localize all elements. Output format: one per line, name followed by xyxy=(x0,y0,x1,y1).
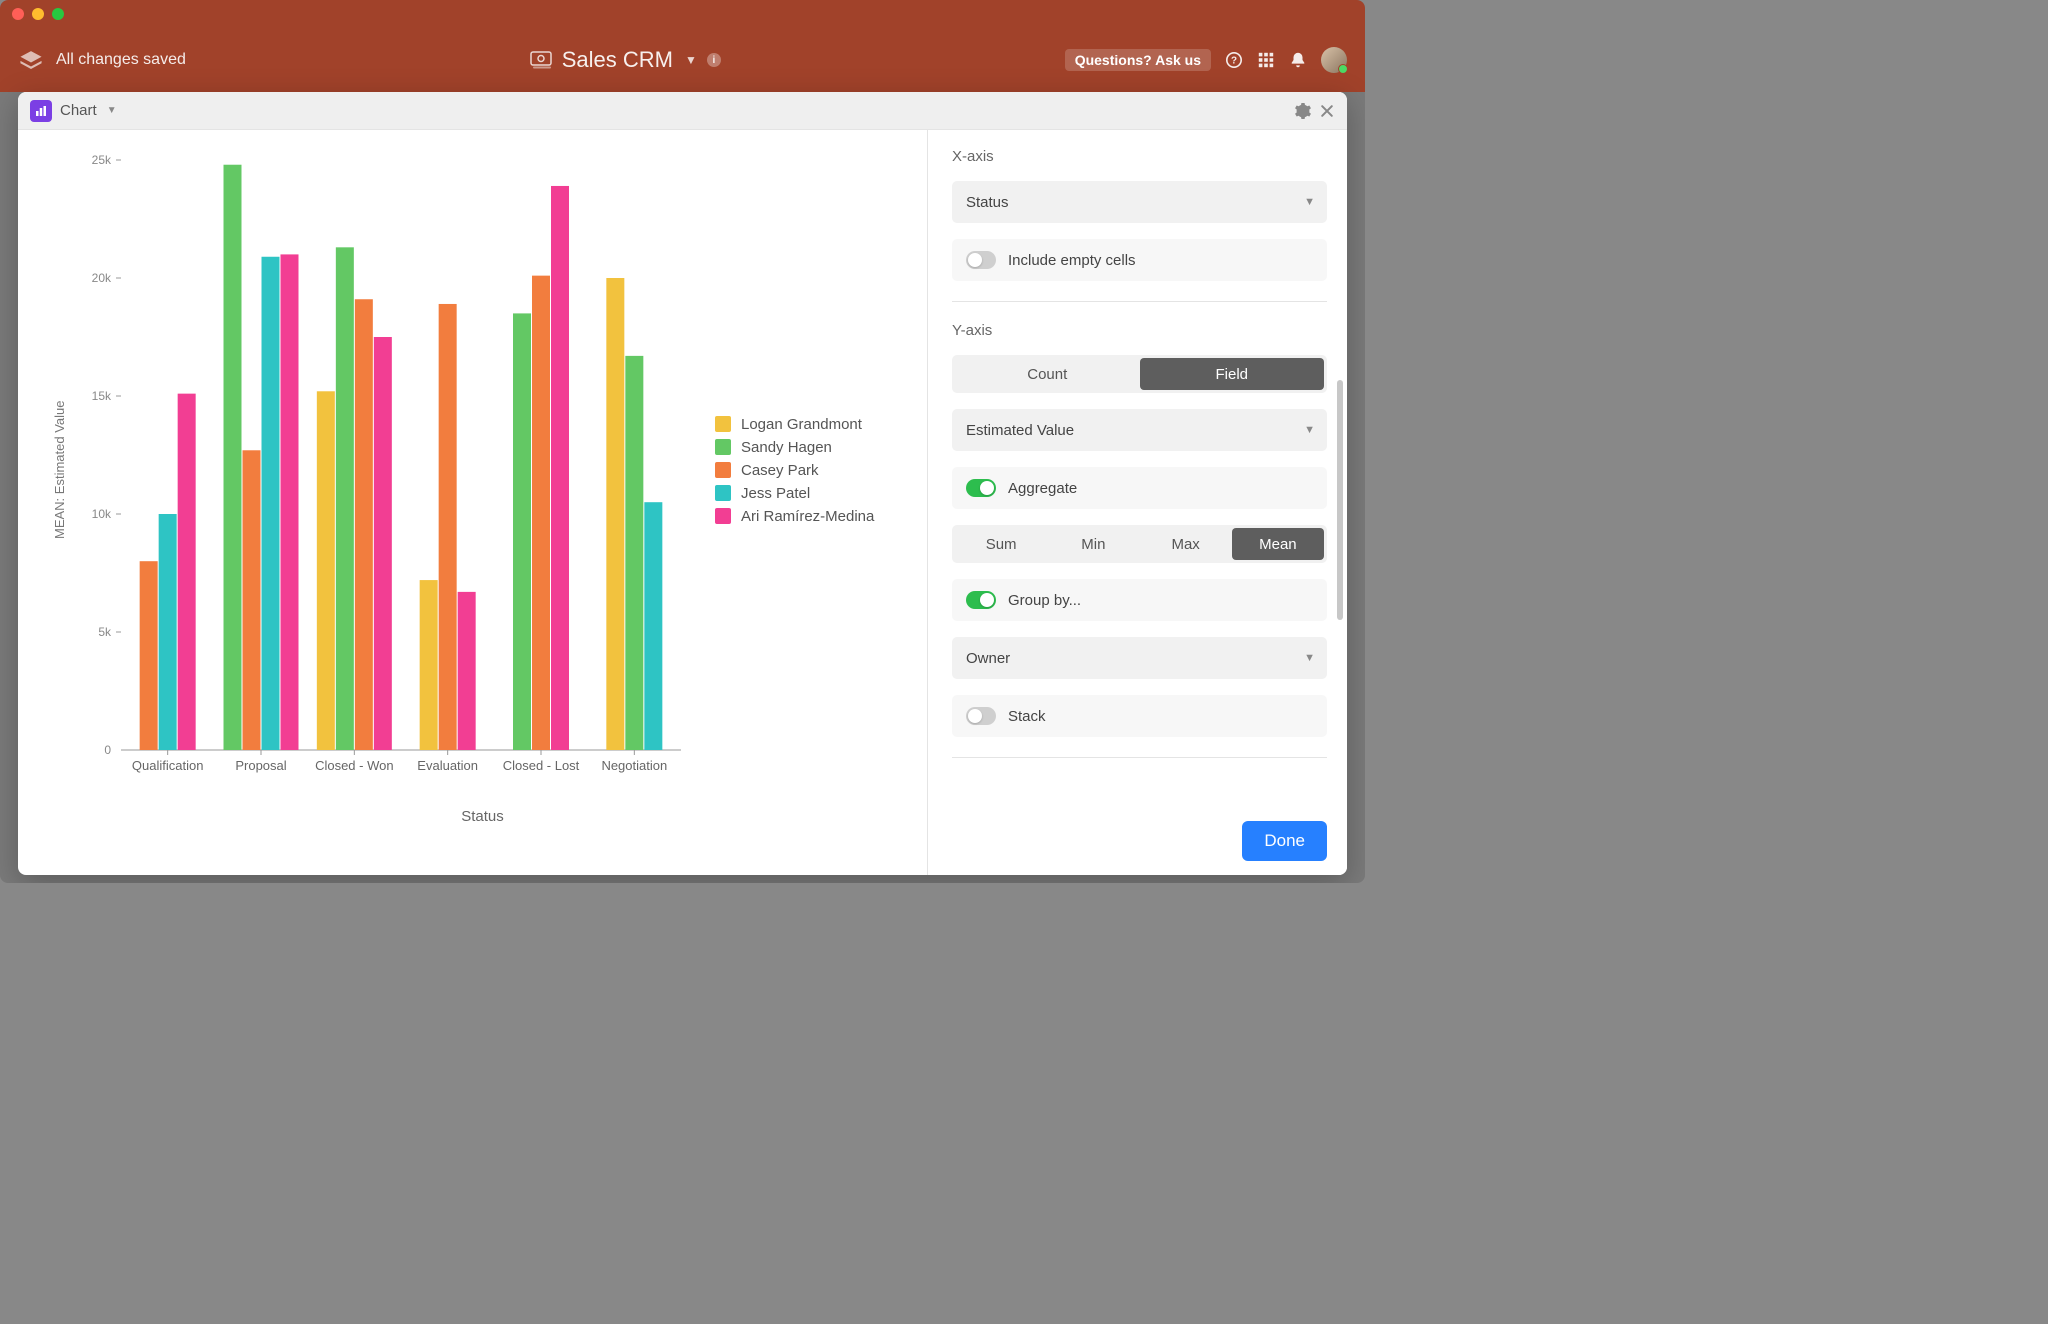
include-empty-label: Include empty cells xyxy=(1008,252,1136,269)
svg-text:Negotiation: Negotiation xyxy=(601,758,667,773)
chevron-down-icon: ▼ xyxy=(1304,424,1315,436)
chart-type-icon[interactable] xyxy=(30,100,52,122)
legend-item[interactable]: Ari Ramírez-Medina xyxy=(715,508,874,525)
chart-plot: 5k 10k 15k 20k 25k 0 Qualification Proposal Clos… xyxy=(71,150,691,790)
chart-area: MEAN: Estimated Value 5k 10k 15k 20k 25k 0 Qua… xyxy=(18,130,927,875)
stack-toggle[interactable] xyxy=(966,707,996,725)
sidebar-scrollbar[interactable] xyxy=(1337,380,1343,620)
app-window: All changes saved Sales CRM ▼ i Question… xyxy=(0,0,1365,883)
svg-text:15k: 15k xyxy=(92,389,112,403)
yaxis-section-label: Y-axis xyxy=(952,322,1327,339)
xaxis-select-value: Status xyxy=(966,194,1009,211)
divider xyxy=(952,757,1327,758)
chart-editor-panel: Chart ▼ MEAN: Estimated Value 5k 10k 15k 20… xyxy=(18,92,1347,875)
svg-text:Closed - Lost: Closed - Lost xyxy=(503,758,580,773)
svg-text:?: ? xyxy=(1231,56,1237,67)
svg-text:10k: 10k xyxy=(92,507,112,521)
agg-min-button[interactable]: Min xyxy=(1047,528,1139,560)
panel-title[interactable]: Chart xyxy=(60,102,97,119)
close-icon[interactable] xyxy=(1319,103,1335,119)
groupby-label: Group by... xyxy=(1008,592,1081,609)
groupby-toggle-row[interactable]: Group by... xyxy=(952,579,1327,621)
legend-item[interactable]: Jess Patel xyxy=(715,485,874,502)
help-badge[interactable]: Questions? Ask us xyxy=(1065,49,1211,71)
y-axis-label: MEAN: Estimated Value xyxy=(48,150,71,790)
yaxis-count-button[interactable]: Count xyxy=(955,358,1140,390)
include-empty-toggle-row[interactable]: Include empty cells xyxy=(952,239,1327,281)
help-icon[interactable]: ? xyxy=(1225,51,1243,69)
money-icon xyxy=(530,51,552,69)
info-icon[interactable]: i xyxy=(707,53,721,67)
legend-swatch xyxy=(715,508,731,524)
include-empty-toggle[interactable] xyxy=(966,251,996,269)
svg-text:0: 0 xyxy=(104,743,111,757)
mac-titlebar xyxy=(0,0,1365,28)
groupby-toggle[interactable] xyxy=(966,591,996,609)
window-minimize-dot[interactable] xyxy=(32,8,44,20)
apps-grid-icon[interactable] xyxy=(1257,51,1275,69)
gear-icon[interactable] xyxy=(1295,103,1311,119)
divider xyxy=(952,301,1327,302)
chevron-down-icon: ▼ xyxy=(1304,196,1315,208)
done-button[interactable]: Done xyxy=(1242,821,1327,861)
legend-swatch xyxy=(715,485,731,501)
legend-swatch xyxy=(715,439,731,455)
agg-sum-button[interactable]: Sum xyxy=(955,528,1047,560)
yaxis-field-value: Estimated Value xyxy=(966,422,1074,439)
stack-label: Stack xyxy=(1008,708,1046,725)
chart-legend: Logan Grandmont Sandy Hagen Casey Park Jess… xyxy=(691,150,874,790)
document-title[interactable]: Sales CRM xyxy=(562,47,673,73)
svg-text:Evaluation: Evaluation xyxy=(417,758,478,773)
svg-text:Qualification: Qualification xyxy=(132,758,204,773)
svg-text:20k: 20k xyxy=(92,271,112,285)
legend-swatch xyxy=(715,416,731,432)
save-status-text: All changes saved xyxy=(56,51,186,69)
aggregate-toggle[interactable] xyxy=(966,479,996,497)
svg-text:Closed - Won: Closed - Won xyxy=(315,758,394,773)
agg-mean-button[interactable]: Mean xyxy=(1232,528,1324,560)
svg-text:25k: 25k xyxy=(92,153,112,167)
window-close-dot[interactable] xyxy=(12,8,24,20)
aggregate-fn-segment: Sum Min Max Mean xyxy=(952,525,1327,563)
xaxis-select[interactable]: Status ▼ xyxy=(952,181,1327,223)
app-logo-icon xyxy=(18,49,44,71)
chevron-down-icon[interactable]: ▼ xyxy=(685,53,697,67)
legend-label: Ari Ramírez-Medina xyxy=(741,508,874,525)
config-sidebar: X-axis Status ▼ Include empty cells Y-ax… xyxy=(927,130,1347,875)
agg-max-button[interactable]: Max xyxy=(1140,528,1232,560)
legend-item[interactable]: Sandy Hagen xyxy=(715,439,874,456)
user-avatar[interactable] xyxy=(1321,47,1347,73)
yaxis-field-button[interactable]: Field xyxy=(1140,358,1325,390)
panel-toolbar: Chart ▼ xyxy=(18,92,1347,130)
chevron-down-icon[interactable]: ▼ xyxy=(107,105,117,116)
chevron-down-icon: ▼ xyxy=(1304,652,1315,664)
legend-item[interactable]: Casey Park xyxy=(715,462,874,479)
aggregate-label: Aggregate xyxy=(1008,480,1077,497)
yaxis-field-select[interactable]: Estimated Value ▼ xyxy=(952,409,1327,451)
legend-swatch xyxy=(715,462,731,478)
legend-item[interactable]: Logan Grandmont xyxy=(715,416,874,433)
groupby-value: Owner xyxy=(966,650,1010,667)
x-axis-label: Status xyxy=(48,808,917,825)
svg-text:Proposal: Proposal xyxy=(235,758,286,773)
stack-toggle-row[interactable]: Stack xyxy=(952,695,1327,737)
groupby-select[interactable]: Owner ▼ xyxy=(952,637,1327,679)
bell-icon[interactable] xyxy=(1289,51,1307,69)
xaxis-section-label: X-axis xyxy=(952,148,1327,165)
window-zoom-dot[interactable] xyxy=(52,8,64,20)
svg-text:5k: 5k xyxy=(98,625,112,639)
legend-label: Logan Grandmont xyxy=(741,416,862,433)
legend-label: Jess Patel xyxy=(741,485,810,502)
yaxis-mode-segment: Count Field xyxy=(952,355,1327,393)
app-header: All changes saved Sales CRM ▼ i Question… xyxy=(0,28,1365,92)
aggregate-toggle-row[interactable]: Aggregate xyxy=(952,467,1327,509)
legend-label: Casey Park xyxy=(741,462,819,479)
legend-label: Sandy Hagen xyxy=(741,439,832,456)
